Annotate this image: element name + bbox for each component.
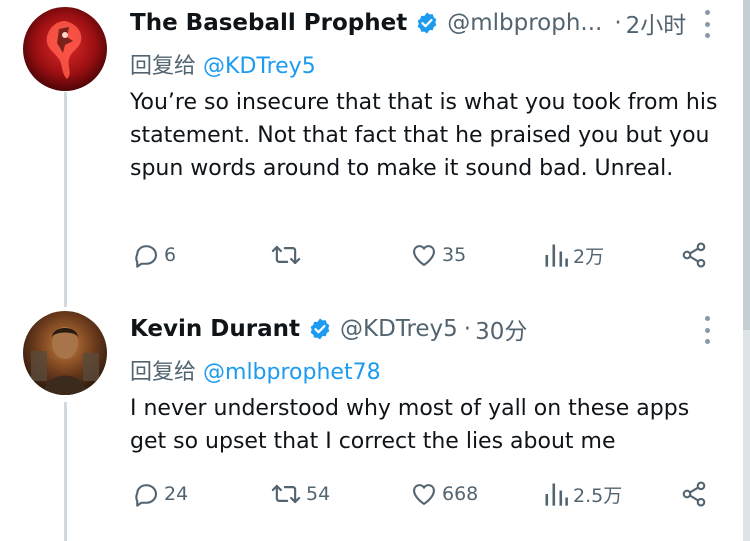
reply-to-line: 回复给 @KDTrey5	[130, 48, 316, 80]
phoenix-logo-avatar	[23, 7, 107, 91]
thread-connector-top	[64, 92, 67, 307]
user-handle[interactable]: @mlbproph...	[447, 10, 602, 36]
heart-icon	[413, 484, 435, 505]
views-button[interactable]: 2.5万	[543, 479, 622, 509]
retweet-icon	[271, 245, 301, 265]
like-button[interactable]: 35	[410, 240, 466, 270]
like-button[interactable]: 668	[410, 479, 478, 509]
bar-chart-icon	[545, 483, 568, 506]
like-count: 668	[442, 483, 479, 505]
reply-button[interactable]: 24	[132, 479, 188, 509]
scrollbar-thumb[interactable]	[743, 0, 750, 330]
view-count: 2万	[573, 245, 605, 268]
user-handle[interactable]: @KDTrey5	[340, 316, 458, 342]
comment-bubble-icon	[135, 484, 157, 507]
profile-photo-avatar	[23, 311, 107, 395]
more-vertical-icon[interactable]	[700, 316, 714, 344]
more-vertical-icon[interactable]	[700, 10, 714, 38]
bar-chart-icon	[545, 244, 568, 267]
reply-to-handle[interactable]: @KDTrey5	[203, 54, 316, 79]
retweet-icon	[271, 484, 301, 504]
tweet-header: The Baseball Prophet @mlbproph... · 2小时	[130, 6, 686, 40]
views-button[interactable]: 2万	[543, 240, 604, 270]
retweet-count: 54	[306, 483, 331, 505]
comment-bubble-icon	[135, 245, 157, 268]
reply-to-label: 回复给	[130, 54, 197, 79]
tweet-text: I never understood why most of yall on t…	[130, 396, 690, 454]
thread-connector-bottom	[64, 402, 67, 541]
separator-dot: ·	[614, 10, 622, 36]
reply-count: 24	[164, 483, 189, 505]
avatar[interactable]	[23, 311, 107, 395]
heart-icon	[413, 245, 435, 266]
reply-to-label: 回复给	[130, 360, 197, 385]
tweet-text: You’re so insecure that that is what you…	[130, 90, 718, 181]
timestamp[interactable]: 2小时	[626, 6, 687, 40]
display-name[interactable]: The Baseball Prophet	[130, 10, 407, 36]
verified-badge-icon	[308, 317, 332, 341]
display-name[interactable]: Kevin Durant	[130, 316, 300, 342]
retweet-button[interactable]	[270, 240, 306, 270]
verified-badge-icon	[415, 11, 439, 35]
share-button[interactable]	[680, 479, 708, 509]
share-icon	[682, 242, 706, 268]
view-count: 2.5万	[573, 484, 623, 507]
share-button[interactable]	[680, 240, 708, 270]
reply-count: 6	[164, 244, 177, 266]
reply-to-handle[interactable]: @mlbprophet78	[203, 360, 381, 385]
like-count: 35	[442, 244, 467, 266]
separator-dot: ·	[463, 316, 472, 342]
retweet-button[interactable]: 54	[270, 479, 330, 509]
reply-button[interactable]: 6	[132, 240, 176, 270]
scrollbar-track[interactable]	[743, 0, 750, 541]
tweet-header: Kevin Durant @KDTrey5 · 30分	[130, 312, 527, 346]
share-icon	[682, 481, 706, 507]
avatar[interactable]	[23, 7, 107, 91]
reply-to-line: 回复给 @mlbprophet78	[130, 354, 381, 386]
timestamp[interactable]: 30分	[475, 312, 527, 346]
